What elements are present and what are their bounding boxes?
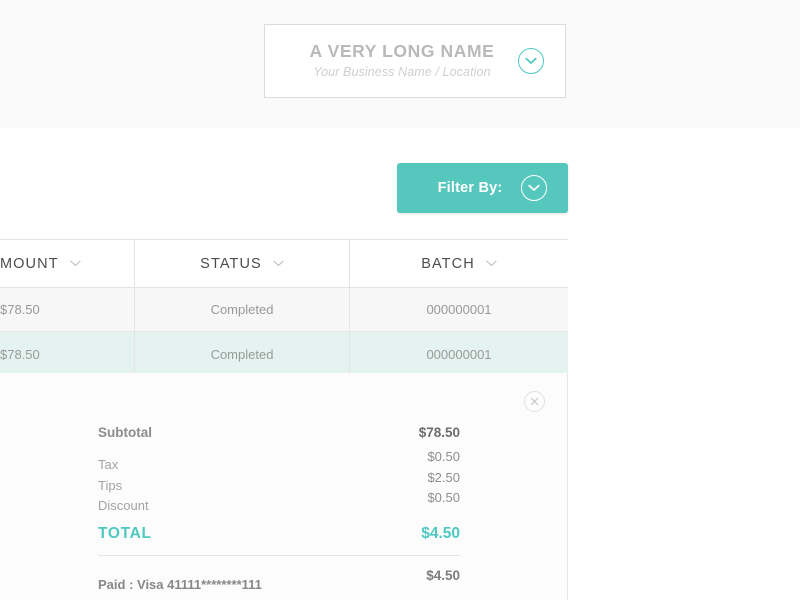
receipt-detail-panel: Subtotal $78.50 Tax $0.50 Tips $2.50 Dis…: [0, 373, 568, 600]
column-header-batch-label: BATCH: [421, 255, 475, 272]
receipt-divider: [98, 554, 460, 556]
top-band: A VERY LONG NAME Your Business Name / Lo…: [0, 0, 800, 128]
cell-status: Completed: [135, 288, 350, 331]
receipt-line-amount: $0.50: [427, 449, 460, 464]
receipt-paid-amount: $4.50: [426, 567, 460, 583]
cell-amount: $78.50: [0, 288, 135, 331]
chevron-down-icon[interactable]: [486, 260, 497, 267]
receipt-line-discount: Discount $0.50: [98, 490, 460, 513]
table-row[interactable]: $78.50 Completed 000000001: [0, 332, 568, 377]
receipt-line-tips: Tips $2.50: [98, 469, 460, 493]
chevron-down-icon[interactable]: [273, 260, 284, 267]
cell-amount-value: $78.50: [0, 302, 40, 317]
receipt-line-label: Subtotal: [98, 425, 152, 440]
business-name-text: A VERY LONG NAME Your Business Name / Lo…: [310, 41, 521, 82]
close-icon[interactable]: [524, 391, 545, 412]
transactions-screen: A VERY LONG NAME Your Business Name / Lo…: [0, 0, 800, 600]
column-header-status-label: STATUS: [200, 255, 262, 272]
business-name: A VERY LONG NAME: [309, 40, 495, 61]
cell-batch: 000000001: [350, 332, 568, 376]
chevron-down-icon[interactable]: [521, 175, 547, 201]
receipt-line-subtotal: Subtotal $78.50: [98, 425, 460, 451]
business-subtitle: Your Business Name / Location: [313, 64, 491, 79]
chevron-down-icon[interactable]: [518, 48, 544, 74]
cell-batch-value: 000000001: [426, 302, 492, 317]
chevron-down-icon[interactable]: [70, 260, 81, 267]
receipt-total-amount: $4.50: [421, 524, 460, 542]
cell-status: Completed: [135, 332, 350, 376]
filter-by-button[interactable]: Filter By:: [397, 163, 568, 213]
cell-status-value: Completed: [210, 302, 274, 317]
receipt-line-label: Discount: [98, 498, 149, 513]
receipt-line-amount: $0.50: [427, 490, 460, 505]
column-header-amount[interactable]: MOUNT: [0, 240, 135, 287]
table-header-row: MOUNT STATUS BATCH: [0, 240, 568, 288]
cell-batch-value: 000000001: [426, 346, 492, 362]
cell-amount: $78.50: [0, 332, 135, 376]
receipt-line-amount: $2.50: [427, 469, 460, 485]
transactions-table: MOUNT STATUS BATCH $78.50 Completed 0000…: [0, 239, 568, 377]
business-name-card[interactable]: A VERY LONG NAME Your Business Name / Lo…: [264, 24, 566, 98]
receipt-line-label: Tips: [98, 477, 123, 493]
receipt-line-amount: $78.50: [418, 425, 460, 440]
receipt-line-label: Tax: [98, 457, 119, 472]
cell-amount-value: $78.50: [0, 346, 40, 362]
receipt-total-row: TOTAL $4.50: [98, 525, 460, 555]
table-row[interactable]: $78.50 Completed 000000001: [0, 288, 568, 332]
cell-status-value: Completed: [210, 346, 274, 362]
filter-by-label: Filter By:: [437, 180, 503, 196]
receipt-paid-row: Paid : Visa 41111********111 $4.50: [98, 568, 460, 594]
receipt-paid-label: Paid : Visa 41111********111: [98, 576, 262, 592]
column-header-amount-label: MOUNT: [0, 255, 59, 272]
cell-batch: 000000001: [350, 288, 568, 331]
receipt-total-label: TOTAL: [98, 524, 152, 542]
receipt-line-tax: Tax $0.50: [98, 449, 460, 472]
column-header-status[interactable]: STATUS: [135, 240, 350, 287]
receipt-lines: Subtotal $78.50 Tax $0.50 Tips $2.50 Dis…: [98, 425, 460, 594]
column-header-batch[interactable]: BATCH: [350, 240, 568, 287]
